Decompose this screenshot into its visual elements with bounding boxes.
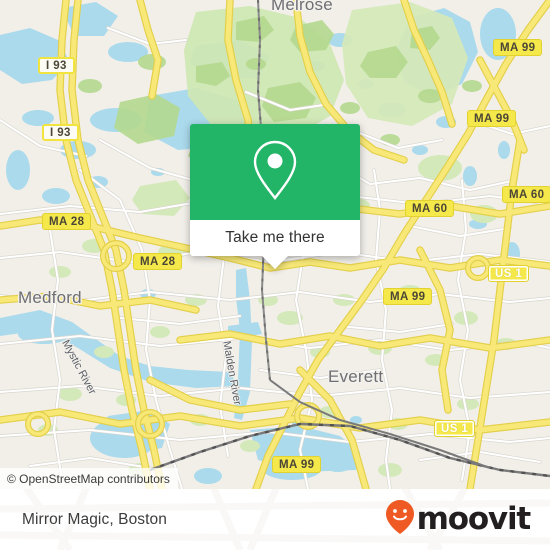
location-popup-card[interactable]: Take me there bbox=[190, 124, 360, 269]
popup-pin-panel bbox=[190, 124, 360, 220]
map-pin-icon bbox=[249, 138, 301, 207]
map-screen: Melrose Medford Everett Mystic River Mal… bbox=[0, 0, 550, 550]
footer-bar: Mirror Magic, Boston moovit bbox=[0, 489, 550, 550]
popup-tail bbox=[261, 255, 289, 269]
moovit-smiley-pin-icon bbox=[385, 499, 415, 540]
place-title: Mirror Magic, Boston bbox=[22, 510, 167, 528]
map-canvas[interactable]: Melrose Medford Everett Mystic River Mal… bbox=[0, 0, 550, 489]
map-attribution[interactable]: © OpenStreetMap contributors bbox=[0, 468, 178, 489]
attribution-text: © OpenStreetMap contributors bbox=[7, 471, 170, 486]
take-me-there-button[interactable]: Take me there bbox=[225, 229, 325, 247]
moovit-logo[interactable]: moovit bbox=[385, 499, 532, 540]
popup-action-panel[interactable]: Take me there bbox=[190, 220, 360, 256]
moovit-wordmark: moovit bbox=[416, 501, 532, 537]
